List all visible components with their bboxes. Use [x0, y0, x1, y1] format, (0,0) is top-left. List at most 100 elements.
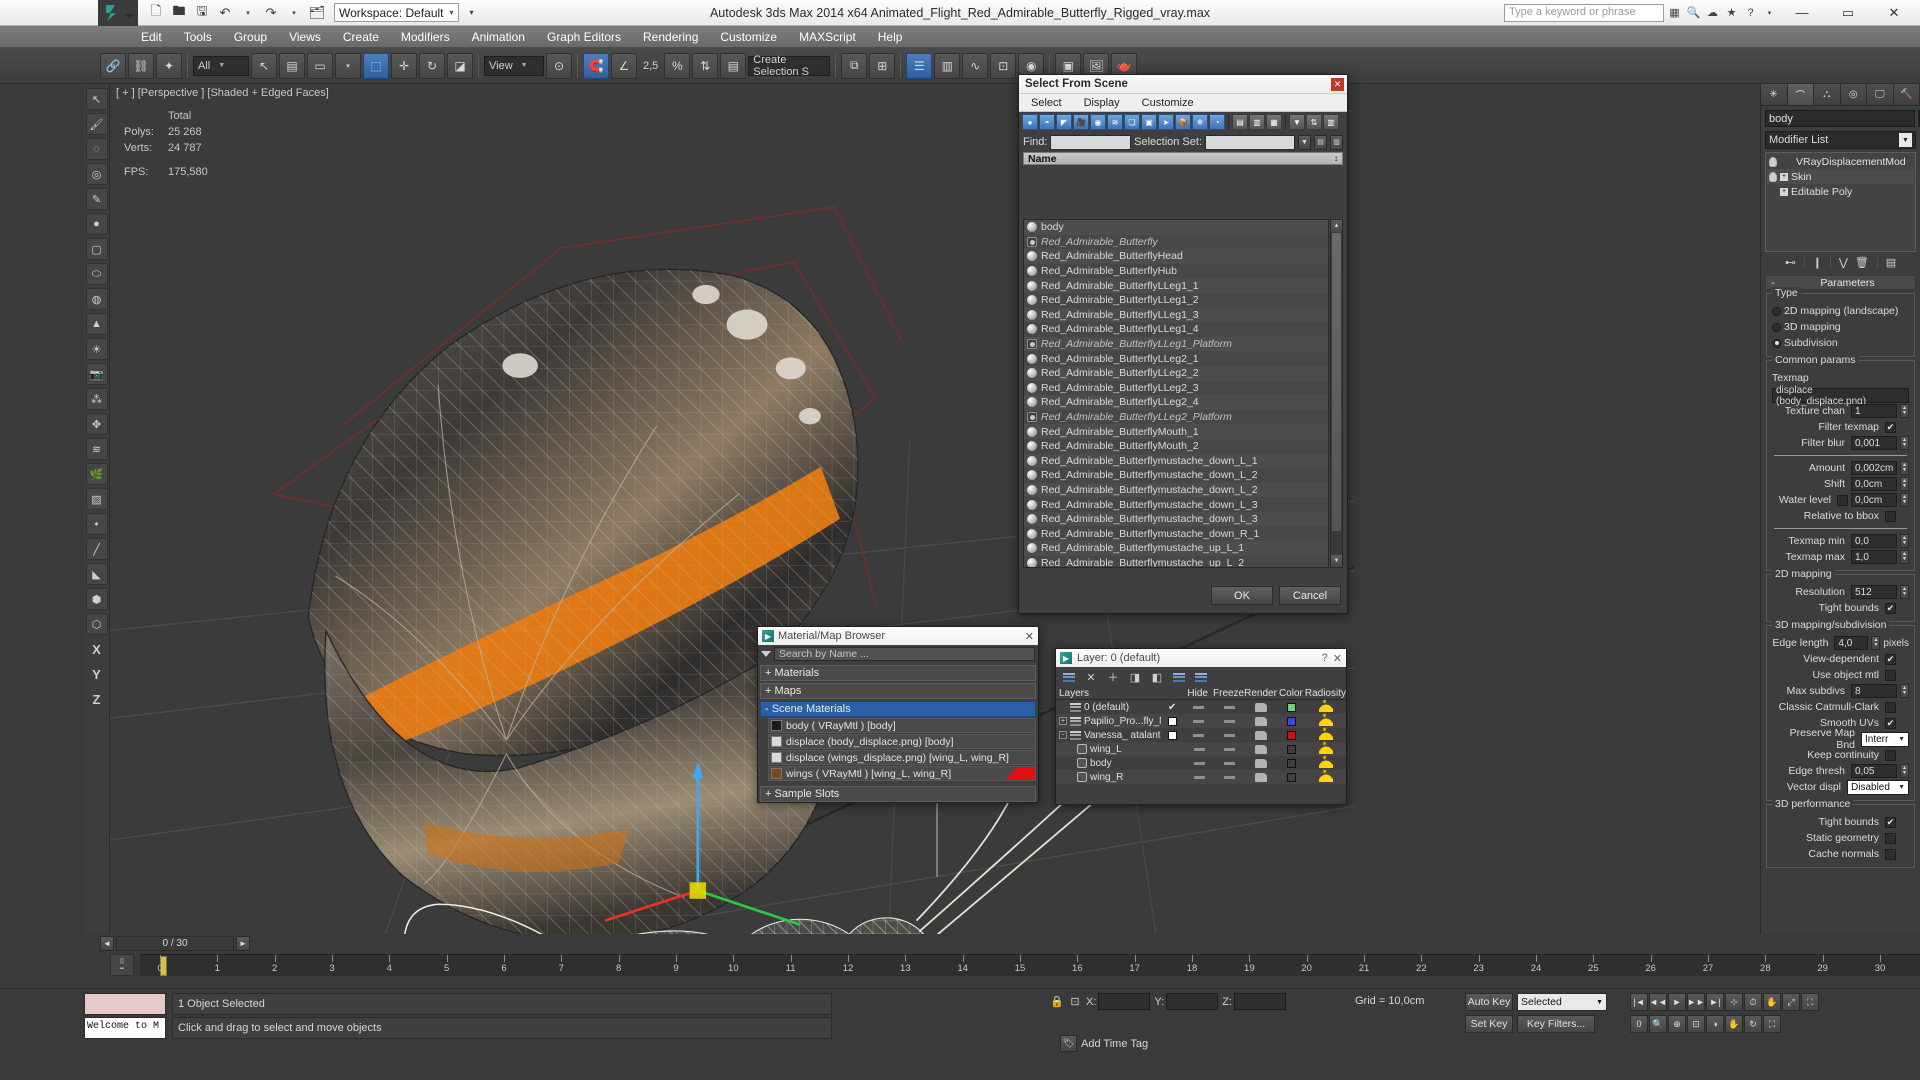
expand-all-icon[interactable]: ▥ [1249, 114, 1265, 130]
scene-materials-list[interactable]: body ( VRayMtl ) [body] displace (body_di… [760, 717, 1036, 783]
helper-icon[interactable]: ✥ [85, 413, 108, 435]
poly-icon[interactable]: ⬢ [85, 588, 108, 610]
layer-current-toggle[interactable] [1161, 730, 1183, 740]
maps-rollout[interactable]: + Maps [760, 683, 1036, 699]
pin-stack-icon[interactable]: ⊷ [1785, 256, 1796, 269]
zoom-all-icon[interactable]: ⊕ [1668, 1015, 1686, 1033]
type-option-3d[interactable]: 3D mapping [1772, 319, 1909, 335]
select-scale-icon[interactable]: ◪ [447, 52, 473, 79]
expand-collapse-icon[interactable]: + [1059, 717, 1067, 725]
edge-icon[interactable]: ╱ [85, 538, 108, 560]
pivot-center-icon[interactable]: ⊙ [546, 52, 572, 79]
select-objects-icon[interactable]: ◨ [1128, 670, 1142, 684]
layer-freeze-cell[interactable] [1214, 705, 1245, 709]
scene-list-row[interactable]: body [1024, 220, 1328, 235]
relative-bbox-checkbox[interactable] [1885, 510, 1896, 522]
close-button[interactable]: ✕ [1872, 0, 1916, 26]
display-helpers-icon[interactable]: ◉ [1090, 114, 1106, 130]
z-input[interactable] [1233, 993, 1286, 1010]
menu-item-customize[interactable]: Customize [709, 28, 788, 46]
orbit-icon[interactable]: ↻ [1744, 1015, 1762, 1033]
sample-slots-rollout[interactable]: + Sample Slots [760, 786, 1036, 802]
lock-selection-icon[interactable]: 🔒 [1050, 995, 1064, 1009]
paint-select-icon[interactable]: 🖌 [85, 113, 108, 135]
water-level-input[interactable]: 0,0cm [1851, 493, 1897, 507]
scroll-up-icon[interactable]: ▲ [1331, 220, 1342, 232]
expand-icon[interactable]: + [1780, 172, 1788, 181]
scene-list-row[interactable]: Red_Admirable_ButterflyLLeg1_Platform [1024, 336, 1328, 352]
star-icon[interactable]: ★ [1723, 4, 1740, 21]
mirror-icon[interactable]: ⧉ [841, 52, 868, 79]
next-frame-icon[interactable]: ►► [1687, 993, 1705, 1011]
layer-color-cell[interactable] [1277, 702, 1305, 712]
close-icon[interactable]: ✕ [1025, 630, 1034, 643]
edge-length-spinner[interactable]: ▲ ▼ [1871, 636, 1881, 650]
filter-texmap-checkbox[interactable] [1885, 421, 1896, 433]
select-link-icon[interactable]: 🔗 [100, 52, 126, 79]
set-key-button[interactable]: Set Key [1465, 1015, 1513, 1033]
question-icon[interactable]: ? [1742, 4, 1759, 21]
percent-snap-icon[interactable]: % [664, 52, 691, 79]
field-of-view-icon[interactable]: ◑ [1706, 1015, 1724, 1033]
layer-row[interactable]: 0 (default) ✔ [1056, 698, 1346, 714]
scene-list-row[interactable]: Red_Admirable_ButterflyLLeg2_3 [1024, 381, 1328, 396]
filter-icon[interactable]: ▼ [1289, 114, 1305, 130]
layer-select-checkbox[interactable] [1167, 730, 1177, 740]
catmull-clark-checkbox[interactable] [1885, 701, 1896, 713]
display-cameras-icon[interactable]: 🎥 [1073, 114, 1089, 130]
layer-hide-cell[interactable] [1184, 747, 1215, 751]
named-selection-combo[interactable]: Create Selection S [748, 54, 831, 78]
torus-primitive-icon[interactable]: ◍ [85, 288, 108, 310]
dialog-menu-select[interactable]: Select [1031, 97, 1062, 109]
play-icon[interactable]: ► [1668, 993, 1686, 1011]
cylinder-primitive-icon[interactable]: ⬭ [85, 263, 108, 285]
water-level-spinner[interactable]: ▲ ▼ [1900, 493, 1909, 507]
layer-color-swatch[interactable] [1287, 772, 1297, 782]
cloth-icon[interactable]: ▨ [85, 488, 108, 510]
open-icon[interactable]: 🖿 [169, 3, 189, 23]
timeline-ruler[interactable]: 0 1 2 3 4 5 6 7 8 9 10 11 12 13 14 15 16 17 18 19 20 21 22 23 24… [140, 954, 1920, 976]
columns-icon[interactable]: ▥ [1323, 114, 1339, 130]
menu-item-modifiers[interactable]: Modifiers [390, 28, 461, 46]
smooth-uvs-checkbox[interactable] [1885, 717, 1896, 729]
scrollbar-thumb[interactable] [1331, 232, 1342, 532]
curve-editor-icon[interactable]: ∿ [962, 52, 989, 79]
layer-color-swatch[interactable] [1287, 744, 1297, 754]
display-tab[interactable]: 🖵 [1867, 84, 1894, 105]
layer-row[interactable]: wing_L [1056, 740, 1346, 756]
tight-bounds-perf-checkbox[interactable] [1885, 816, 1896, 828]
redo-icon[interactable]: ↷ [261, 3, 281, 23]
layer-color-cell[interactable] [1278, 744, 1306, 754]
select-highlighted-icon[interactable]: ◧ [1150, 670, 1164, 684]
layer-manager-icon[interactable]: ☰ [906, 52, 933, 79]
next-frame-button[interactable]: ► [236, 935, 250, 951]
cloud-icon[interactable]: ☁ [1704, 4, 1721, 21]
unlink-icon[interactable]: ⛓ [128, 52, 154, 79]
zoom-icon[interactable]: 🔍 [1649, 1015, 1667, 1033]
frame-number-field[interactable]: 0 [1630, 1015, 1648, 1033]
layer-color-swatch[interactable] [1286, 702, 1296, 712]
scene-list-row[interactable]: Red_Admirable_ButterflyHead [1024, 249, 1328, 264]
menu-item-help[interactable]: Help [867, 28, 914, 46]
toggle-scene-explorer-icon[interactable]: ▥ [934, 52, 961, 79]
maximize-button[interactable]: ▭ [1826, 0, 1870, 26]
select-by-name-icon[interactable]: ▤ [279, 52, 305, 79]
make-unique-icon[interactable]: ⋁ [1839, 256, 1848, 269]
key-filters-button[interactable]: Key Filters... [1517, 1015, 1595, 1033]
layer-hide-cell[interactable] [1183, 705, 1214, 709]
layer-render-cell[interactable] [1245, 772, 1277, 782]
set-project-icon[interactable]: 🗂 [307, 3, 327, 23]
layer-color-cell[interactable] [1277, 716, 1305, 726]
scene-list-row[interactable]: Red_Admirable_ButterflyLLeg1_2 [1024, 293, 1328, 308]
layer-row[interactable]: - Vanessa_ atalanta [1056, 726, 1346, 742]
layer-hide-cell[interactable] [1184, 761, 1215, 765]
spacewarp-icon[interactable]: ≋ [85, 438, 108, 460]
layer-radiosity-cell[interactable] [1305, 712, 1346, 726]
create-tab[interactable]: ✳ [1761, 84, 1788, 105]
use-object-mtl-checkbox[interactable] [1885, 669, 1896, 681]
search-input[interactable]: Type a keyword or phrase [1504, 3, 1664, 22]
filter-dropdown-icon[interactable] [761, 651, 771, 657]
selection-set-input[interactable] [1205, 134, 1295, 150]
layer-hide-cell[interactable] [1183, 719, 1214, 723]
delete-layer-icon[interactable]: ✕ [1084, 670, 1098, 684]
